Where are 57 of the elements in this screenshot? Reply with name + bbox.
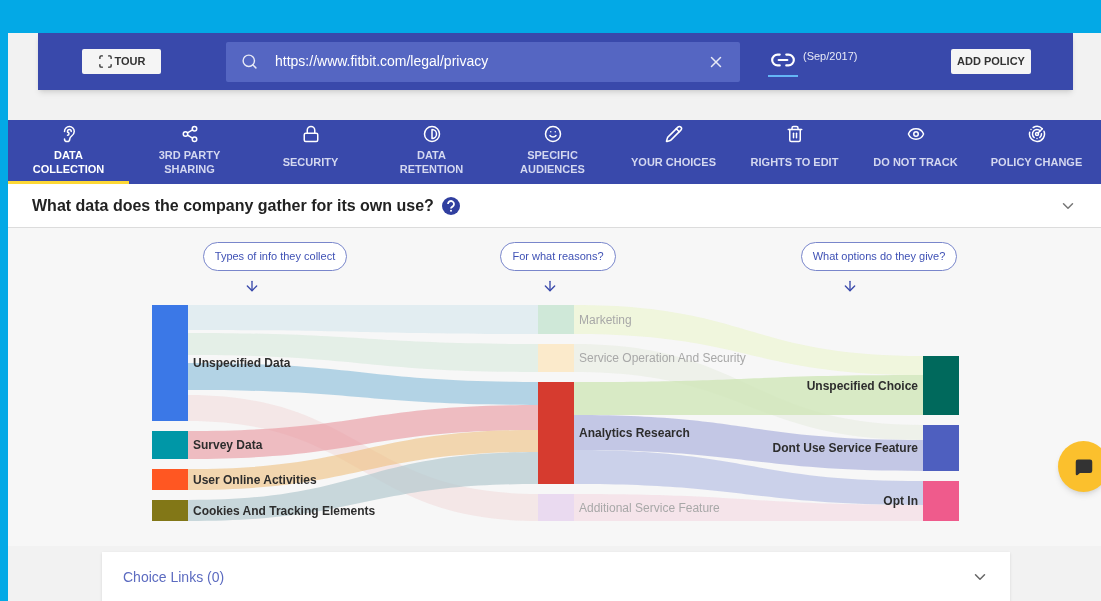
down-arrow-icon: [542, 278, 558, 294]
radar-icon: [1027, 125, 1046, 143]
url-input[interactable]: https://www.fitbit.com/legal/privacy: [275, 51, 707, 72]
category-tab[interactable]: SECURITY: [250, 120, 371, 184]
column-heading: For what reasons?: [500, 242, 616, 271]
search-icon: [241, 53, 258, 70]
smile-icon: [543, 125, 562, 143]
choice-links-panel[interactable]: Choice Links (0): [102, 552, 1010, 601]
policy-date: (Sep/2017): [803, 49, 858, 65]
category-tab[interactable]: DATA RETENTION: [371, 120, 492, 184]
sankey-node[interactable]: [538, 494, 574, 521]
sankey-node[interactable]: [152, 469, 188, 490]
sankey-node[interactable]: [538, 305, 574, 334]
scan-icon: [97, 54, 113, 69]
node-label: Unspecified Choice: [806, 378, 918, 393]
trash-icon: [785, 125, 804, 143]
question-row[interactable]: What data does the company gather for its own use?: [8, 184, 1101, 228]
down-arrow-icon: [842, 278, 858, 294]
sankey-node[interactable]: [923, 425, 959, 471]
sankey-node[interactable]: [923, 356, 959, 415]
category-tab[interactable]: DO NOT TRACK: [855, 120, 976, 184]
lock-icon: [301, 125, 320, 143]
node-label: Cookies And Tracking Elements: [193, 503, 376, 518]
column-heading: What options do they give?: [800, 242, 958, 271]
help-icon[interactable]: [441, 196, 460, 215]
add-policy-button[interactable]: ADD POLICY: [951, 49, 1031, 74]
category-tab[interactable]: YOUR CHOICES: [613, 120, 734, 184]
choice-links-label: Choice Links (0): [123, 567, 225, 587]
node-label: Survey Data: [193, 438, 263, 452]
category-tab[interactable]: 3RD PARTY SHARING: [129, 120, 250, 184]
sankey-node[interactable]: [538, 382, 574, 484]
pencil-icon: [664, 125, 683, 143]
column-heading: Types of info they collect: [202, 242, 348, 271]
chat-icon: [1074, 457, 1093, 476]
eye-icon: [906, 125, 925, 143]
category-tab[interactable]: SPECIFIC AUDIENCES: [492, 120, 613, 184]
node-label: Unspecified Data: [193, 356, 291, 370]
tour-button[interactable]: TOUR: [82, 49, 161, 74]
category-tab[interactable]: RIGHTS TO EDIT: [734, 120, 855, 184]
node-label: User Online Activities: [193, 472, 317, 487]
category-tab[interactable]: POLICY CHANGE: [976, 120, 1097, 184]
node-label: Additional Service Feature: [579, 500, 720, 515]
share-icon: [180, 125, 199, 143]
half-circle-icon: [422, 125, 441, 143]
node-label: Service Operation And Security: [579, 351, 746, 365]
sankey-node[interactable]: [538, 344, 574, 372]
sankey-node[interactable]: [923, 481, 959, 521]
search-field[interactable]: https://www.fitbit.com/legal/privacy: [226, 41, 740, 82]
node-label: Analytics Research: [579, 426, 690, 440]
node-label: Marketing: [579, 312, 632, 327]
node-label: Opt In: [883, 494, 918, 508]
sankey-node[interactable]: [152, 305, 188, 421]
down-arrow-icon: [244, 278, 260, 294]
sankey-node[interactable]: [152, 500, 188, 521]
sankey-node[interactable]: [152, 431, 188, 459]
node-label: Dont Use Service Feature: [772, 441, 918, 455]
question-title: What data does the company gather for its own use?: [32, 195, 434, 216]
